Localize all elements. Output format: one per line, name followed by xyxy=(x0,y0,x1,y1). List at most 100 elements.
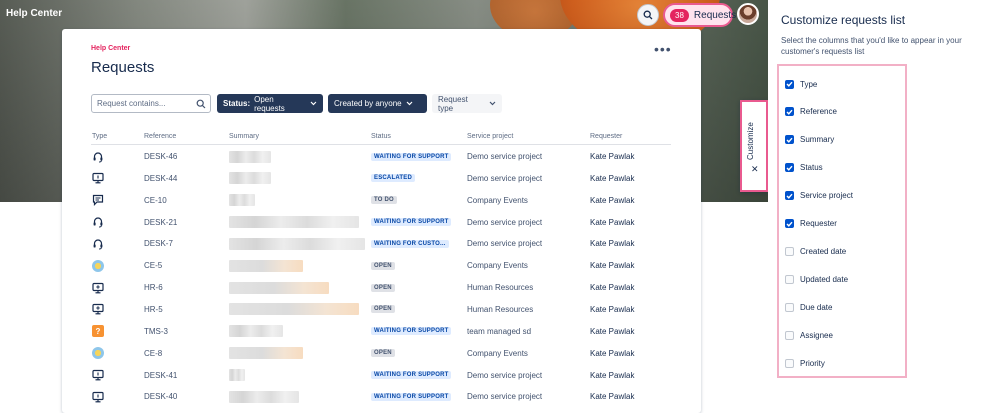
requests-button[interactable]: 38 Requests xyxy=(663,3,736,27)
table-row[interactable]: DESK-40 WAITING FOR SUPPORT Demo service p… xyxy=(62,386,701,407)
reference-link[interactable]: DESK-40 xyxy=(144,386,177,407)
status-badge: OPEN xyxy=(371,349,395,358)
type-cell xyxy=(92,212,104,233)
table-row[interactable]: DESK-44 ESCALATED Demo service project Kate… xyxy=(62,168,701,189)
status-badge: WAITING FOR SUPPORT xyxy=(371,218,452,227)
column-option-requester[interactable]: Requester xyxy=(785,217,837,231)
checkbox[interactable] xyxy=(785,135,794,145)
table-row[interactable]: ? TMS-3 WAITING FOR SUPPORT team managed sd… xyxy=(62,321,701,342)
summary-cell[interactable] xyxy=(229,321,283,342)
column-header-reference[interactable]: Reference xyxy=(144,133,176,140)
more-actions-button[interactable]: ••• xyxy=(654,42,672,56)
request-type-label: Request type xyxy=(438,94,468,113)
checkbox[interactable] xyxy=(785,246,794,256)
header-search-button[interactable] xyxy=(637,4,659,26)
table-row[interactable]: CE-5 OPEN Company Events Kate Pawlak xyxy=(62,255,701,276)
checkbox[interactable] xyxy=(785,274,794,284)
reference-link[interactable]: DESK-21 xyxy=(144,212,177,233)
requester-cell: Kate Pawlak xyxy=(590,348,635,358)
reference-link[interactable]: TMS-3 xyxy=(144,321,168,342)
reference-link[interactable]: HR-5 xyxy=(144,299,163,320)
column-option-summary[interactable]: Summary xyxy=(785,133,834,147)
reference-link[interactable]: CE-8 xyxy=(144,343,162,364)
table-row[interactable]: HR-5 OPEN Human Resources Kate Pawlak xyxy=(62,299,701,320)
column-option-assignee[interactable]: Assignee xyxy=(785,328,833,342)
request-search-field[interactable] xyxy=(91,94,211,113)
request-type-dropdown[interactable]: Request type xyxy=(432,94,502,113)
table-row[interactable]: CE-8 OPEN Company Events Kate Pawlak xyxy=(62,343,701,364)
type-cell: ? xyxy=(92,321,104,342)
status-cell: WAITING FOR SUPPORT xyxy=(371,365,452,386)
reference-link[interactable]: DESK-44 xyxy=(144,168,177,189)
header-divider xyxy=(91,144,671,145)
summary-cell[interactable] xyxy=(229,190,255,211)
checkbox[interactable] xyxy=(785,107,794,117)
reference-link[interactable]: DESK-46 xyxy=(144,146,177,167)
column-option-updated-date[interactable]: Updated date xyxy=(785,272,848,286)
type-cell xyxy=(92,168,104,189)
table-row[interactable]: HR-6 OPEN Human Resources Kate Pawlak xyxy=(62,277,701,298)
close-icon[interactable]: ✕ xyxy=(751,164,759,175)
reference-link[interactable]: DESK-41 xyxy=(144,365,177,386)
panel-title: Customize requests list xyxy=(781,13,906,27)
site-title[interactable]: Help Center xyxy=(6,8,62,19)
summary-cell[interactable] xyxy=(229,146,271,167)
table-row[interactable]: DESK-21 WAITING FOR SUPPORT Demo service p… xyxy=(62,212,701,233)
created-by-dropdown[interactable]: Created by anyone xyxy=(328,94,427,113)
summary-cell[interactable] xyxy=(229,255,303,276)
checkbox[interactable] xyxy=(785,191,794,201)
customize-tab-button[interactable]: Customize ✕ xyxy=(740,100,768,192)
summary-cell[interactable] xyxy=(229,168,271,189)
checkbox[interactable] xyxy=(785,79,794,89)
requests-card: Help Center Requests ••• Status: Open re… xyxy=(62,29,701,413)
column-option-priority[interactable]: Priority xyxy=(785,356,825,370)
reference-link[interactable]: DESK-7 xyxy=(144,233,173,254)
column-option-service-project[interactable]: Service project xyxy=(785,189,853,203)
checkbox[interactable] xyxy=(785,219,794,228)
summary-cell[interactable] xyxy=(229,386,299,407)
column-option-type[interactable]: Type xyxy=(785,77,817,91)
status-badge: WAITING FOR SUPPORT xyxy=(371,371,452,379)
service-project-cell: Demo service project xyxy=(467,392,543,402)
column-option-status[interactable]: Status xyxy=(785,161,823,175)
type-cell xyxy=(92,277,104,298)
column-option-reference[interactable]: Reference xyxy=(785,105,837,119)
status-cell: TO DO xyxy=(371,190,397,211)
column-header-requester[interactable]: Requester xyxy=(590,133,622,140)
table-row[interactable]: DESK-46 WAITING FOR SUPPORT Demo service p… xyxy=(62,146,701,167)
status-cell: OPEN xyxy=(371,299,395,320)
status-badge: WAITING FOR SUPPORT xyxy=(371,392,452,401)
request-search-input[interactable] xyxy=(97,99,197,108)
avatar[interactable] xyxy=(737,3,759,25)
summary-cell[interactable] xyxy=(229,299,359,320)
status-filter-dropdown[interactable]: Status: Open requests xyxy=(217,94,323,113)
summary-cell[interactable] xyxy=(229,233,365,254)
breadcrumb[interactable]: Help Center xyxy=(91,45,130,52)
reference-link[interactable]: HR-6 xyxy=(144,277,163,298)
customize-tab-label: Customize xyxy=(746,122,755,160)
column-option-created-date[interactable]: Created date xyxy=(785,244,846,258)
summary-cell[interactable] xyxy=(229,212,359,233)
table-row[interactable]: DESK-7 WAITING FOR CUSTO... Demo service p… xyxy=(62,233,701,254)
requests-count-badge: 38 xyxy=(670,8,689,22)
column-header-status: Status xyxy=(371,133,391,140)
reference-link[interactable]: CE-10 xyxy=(144,190,167,211)
checkbox[interactable] xyxy=(785,163,794,173)
reference-link[interactable]: CE-5 xyxy=(144,255,162,276)
summary-cell[interactable] xyxy=(229,365,245,386)
chevron-down-icon xyxy=(406,101,413,106)
redacted-summary xyxy=(229,216,359,229)
checkbox[interactable] xyxy=(785,358,794,368)
requester-cell: Kate Pawlak xyxy=(590,217,635,227)
table-row[interactable]: CE-10 TO DO Company Events Kate Pawlak xyxy=(62,190,701,211)
checkbox[interactable] xyxy=(785,302,794,312)
column-option-due-date[interactable]: Due date xyxy=(785,300,832,314)
column-option-label: Priority xyxy=(800,358,825,368)
check-icon xyxy=(786,193,793,199)
requester-cell: Kate Pawlak xyxy=(590,304,635,314)
table-row[interactable]: DESK-41 WAITING FOR SUPPORT Demo service p… xyxy=(62,365,701,386)
checkbox[interactable] xyxy=(785,330,794,340)
summary-cell[interactable] xyxy=(229,343,303,364)
summary-cell[interactable] xyxy=(229,277,329,298)
status-badge: TO DO xyxy=(371,196,397,205)
